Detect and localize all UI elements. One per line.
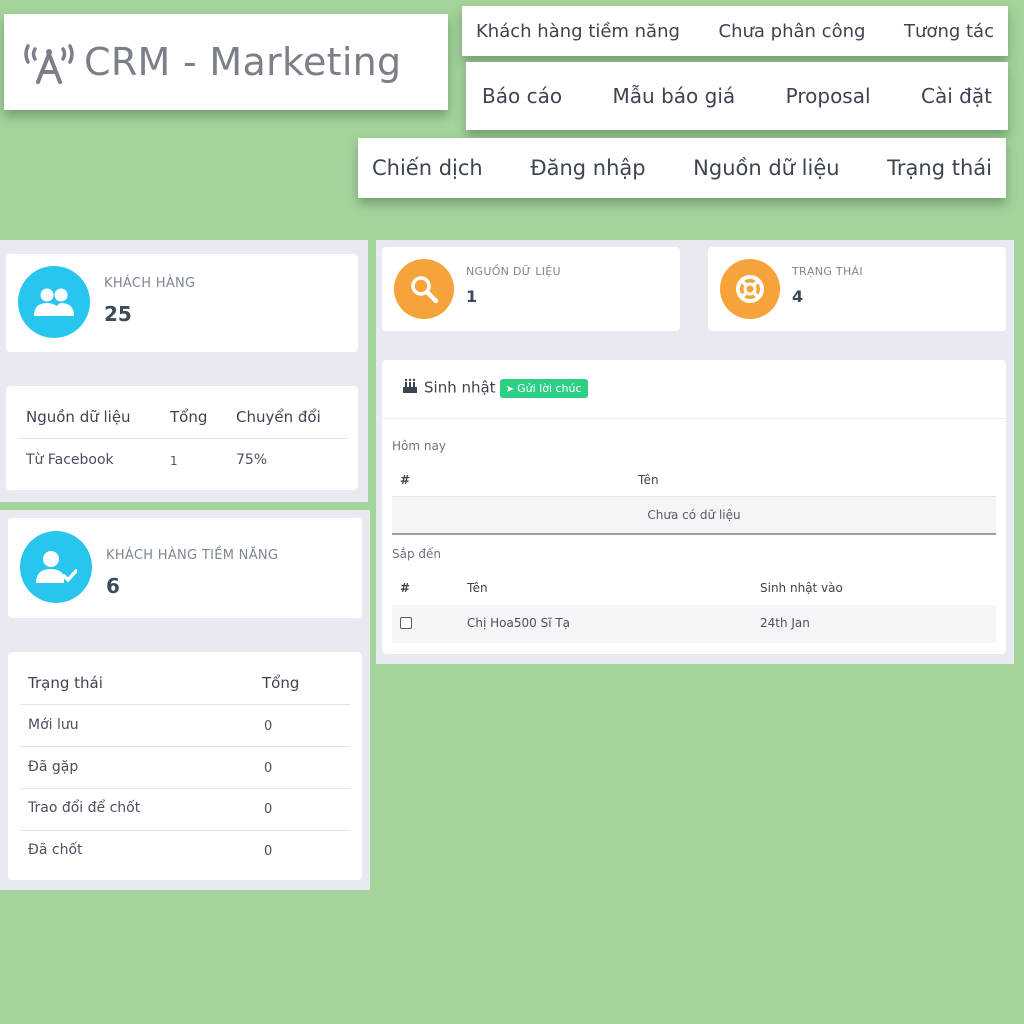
nav-unassigned[interactable]: Chưa phân công bbox=[719, 21, 866, 42]
today-header-index: # bbox=[400, 473, 411, 487]
statuses-label: TRẠNG THÁI bbox=[792, 265, 863, 278]
birthday-header: Sinh nhật ➤ Gửi lời chúc bbox=[402, 378, 588, 398]
leads-label: KHÁCH HÀNG TIỀM NĂNG bbox=[106, 548, 279, 563]
nav-reports[interactable]: Báo cáo bbox=[482, 84, 562, 108]
sources-value: 1 bbox=[466, 287, 478, 306]
sources-stat-card[interactable]: NGUỒN DỮ LIỆU 1 bbox=[382, 247, 680, 331]
search-icon bbox=[394, 259, 454, 319]
sources-table-card: Nguồn dữ liệu Tổng Chuyển đổi Từ Faceboo… bbox=[6, 386, 358, 490]
app-title: CRM - Marketing bbox=[84, 40, 402, 84]
send-wishes-label: Gửi lời chúc bbox=[517, 381, 582, 395]
broadcast-tower-icon bbox=[22, 40, 76, 84]
upcoming-row-name: Chị Hoa500 Sĩ Tạ bbox=[467, 616, 571, 630]
left-top-panel: KHÁCH HÀNG 25 Nguồn dữ liệu Tổng Chuyển … bbox=[0, 240, 368, 502]
status-table-card: Trạng thái Tổng Mới lưu 0 Đã gặp 0 Trao … bbox=[8, 652, 362, 880]
nav-quote-templates[interactable]: Mẫu báo giá bbox=[613, 84, 736, 108]
today-empty-row: Chưa có dữ liệu bbox=[392, 497, 996, 535]
customers-stat-card[interactable]: KHÁCH HÀNG 25 bbox=[6, 254, 358, 352]
divider bbox=[382, 418, 1006, 419]
send-wishes-button[interactable]: ➤ Gửi lời chúc bbox=[499, 378, 588, 398]
leads-stat-card[interactable]: KHÁCH HÀNG TIỀM NĂNG 6 bbox=[8, 518, 362, 618]
user-check-icon bbox=[20, 531, 92, 603]
upcoming-row-date: 24th Jan bbox=[760, 616, 810, 630]
status-row-total: 0 bbox=[264, 719, 273, 734]
leads-value: 6 bbox=[106, 574, 120, 598]
nav-campaigns[interactable]: Chiến dịch bbox=[372, 156, 483, 180]
top-nav-row-1: Khách hàng tiềm năng Chưa phân công Tươn… bbox=[462, 6, 1008, 56]
upcoming-header-name: Tên bbox=[467, 581, 488, 595]
statuses-value: 4 bbox=[792, 287, 804, 306]
status-header-total: Tổng bbox=[262, 674, 300, 692]
divider bbox=[20, 830, 350, 831]
row-checkbox[interactable] bbox=[400, 617, 412, 629]
users-icon bbox=[18, 266, 90, 338]
nav-leads[interactable]: Khách hàng tiềm năng bbox=[476, 21, 680, 42]
table-row: Chị Hoa500 Sĩ Tạ 24th Jan bbox=[392, 605, 996, 643]
sources-label: NGUỒN DỮ LIỆU bbox=[466, 265, 561, 278]
upcoming-header-date: Sinh nhật vào bbox=[760, 581, 843, 595]
upcoming-header-index: # bbox=[400, 581, 411, 595]
source-row-conversion: 75% bbox=[236, 452, 268, 468]
nav-settings[interactable]: Cài đặt bbox=[921, 84, 992, 108]
status-row-total: 0 bbox=[264, 761, 273, 776]
divider bbox=[20, 746, 350, 747]
life-ring-icon bbox=[720, 259, 780, 319]
customers-label: KHÁCH HÀNG bbox=[104, 276, 196, 291]
divider bbox=[20, 704, 350, 705]
status-row-total: 0 bbox=[264, 844, 273, 859]
source-row-name: Từ Facebook bbox=[26, 452, 114, 468]
nav-data-sources[interactable]: Nguồn dữ liệu bbox=[693, 156, 839, 180]
app-logo-header[interactable]: CRM - Marketing bbox=[4, 14, 448, 110]
upcoming-label: Sắp đến bbox=[392, 547, 442, 561]
status-row-name: Đã chốt bbox=[28, 842, 83, 858]
statuses-stat-card[interactable]: TRẠNG THÁI 4 bbox=[708, 247, 1006, 331]
sources-header-conversion: Chuyển đổi bbox=[236, 408, 321, 426]
status-row-name: Đã gặp bbox=[28, 759, 79, 775]
status-row-name: Mới lưu bbox=[28, 717, 79, 733]
source-row-total: 1 bbox=[170, 454, 178, 468]
status-header-name: Trạng thái bbox=[28, 674, 103, 692]
nav-interactions[interactable]: Tương tác bbox=[904, 21, 994, 42]
nav-login[interactable]: Đăng nhập bbox=[530, 156, 645, 180]
left-bottom-panel: KHÁCH HÀNG TIỀM NĂNG 6 Trạng thái Tổng M… bbox=[0, 510, 370, 890]
status-row-name: Trao đổi để chốt bbox=[28, 800, 141, 816]
sources-header-source: Nguồn dữ liệu bbox=[26, 408, 131, 426]
top-nav-row-2: Báo cáo Mẫu báo giá Proposal Cài đặt bbox=[466, 62, 1008, 130]
birthday-title: Sinh nhật bbox=[424, 378, 496, 397]
nav-proposal[interactable]: Proposal bbox=[786, 84, 871, 108]
divider bbox=[18, 438, 348, 439]
top-nav-row-3: Chiến dịch Đăng nhập Nguồn dữ liệu Trạng… bbox=[358, 138, 1006, 198]
birthday-card: Sinh nhật ➤ Gửi lời chúc Hôm nay # Tên Ch… bbox=[382, 360, 1006, 654]
sources-header-total: Tổng bbox=[170, 408, 208, 426]
right-panel: NGUỒN DỮ LIỆU 1 TRẠNG THÁI 4 Sinh nhật ➤… bbox=[376, 240, 1014, 664]
status-row-total: 0 bbox=[264, 802, 273, 817]
today-header-name: Tên bbox=[638, 473, 659, 487]
paper-plane-icon: ➤ bbox=[505, 383, 518, 395]
today-label: Hôm nay bbox=[392, 439, 446, 453]
birthday-cake-icon bbox=[402, 378, 418, 398]
customers-value: 25 bbox=[104, 302, 132, 326]
nav-statuses[interactable]: Trạng thái bbox=[887, 156, 992, 180]
divider bbox=[20, 788, 350, 789]
today-empty-text: Chưa có dữ liệu bbox=[647, 508, 741, 522]
